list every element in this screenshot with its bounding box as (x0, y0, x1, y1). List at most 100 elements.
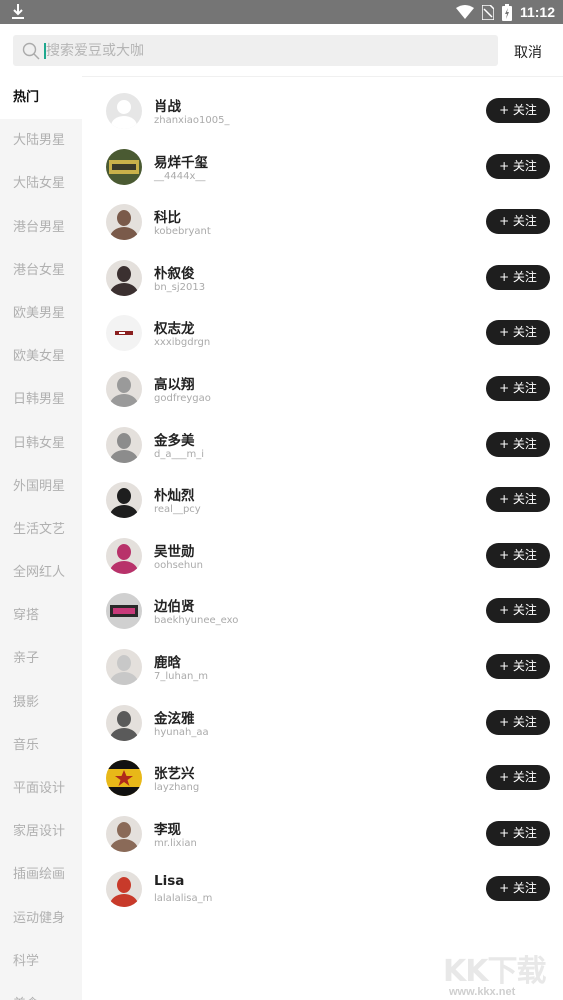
avatar[interactable] (106, 704, 142, 741)
sidebar-item[interactable]: 平面设计 (0, 767, 82, 810)
user-handle: godfreygao (154, 392, 211, 404)
search-bar: 取消 (0, 24, 563, 77)
avatar[interactable] (106, 315, 142, 352)
user-name: 边伯贤 (154, 599, 195, 616)
search-box[interactable] (13, 35, 498, 66)
user-handle: mr.lixian (154, 837, 197, 849)
user-row[interactable]: Lisa lalalalisa_m + 关注 (83, 861, 563, 917)
avatar[interactable] (106, 648, 142, 685)
sidebar-item[interactable]: 生活文艺 (0, 508, 82, 551)
sidebar-item[interactable]: 美食 (0, 983, 82, 1000)
user-row[interactable]: 易烊千玺 __4444x__ + 关注 (83, 139, 563, 195)
avatar[interactable] (106, 537, 142, 574)
user-row[interactable]: 鹿晗 7_luhan_m + 关注 (83, 639, 563, 695)
download-icon (12, 4, 24, 19)
avatar[interactable] (106, 93, 142, 129)
user-row[interactable]: 张艺兴 layzhang + 关注 (83, 750, 563, 806)
avatar[interactable] (106, 204, 142, 241)
user-name: 鹿晗 (154, 654, 181, 671)
watermark-logo: KK下载 www.kkx.net (443, 946, 563, 1000)
follow-button[interactable]: + 关注 (486, 320, 550, 346)
user-handle: d_a___m_i (154, 448, 204, 460)
user-name: 高以翔 (154, 376, 195, 393)
sidebar-item[interactable]: 家居设计 (0, 810, 82, 853)
user-row[interactable]: 金泫雅 hyunah_aa + 关注 (83, 695, 563, 751)
follow-button[interactable]: + 关注 (486, 820, 550, 846)
sidebar-item[interactable]: 欧美男星 (0, 292, 82, 335)
user-row[interactable]: 权志龙 xxxibgdrgn + 关注 (83, 305, 563, 361)
follow-button[interactable]: + 关注 (486, 876, 550, 902)
avatar[interactable] (106, 259, 142, 296)
user-handle: xxxibgdrgn (154, 337, 211, 349)
user-row[interactable]: 高以翔 godfreygao + 关注 (83, 361, 563, 417)
user-handle: real__pcy (154, 504, 201, 516)
user-name: 科比 (154, 210, 181, 227)
avatar[interactable] (106, 370, 142, 407)
user-row[interactable]: 肖战 zhanxiao1005_ + 关注 (83, 83, 563, 139)
avatar[interactable] (106, 871, 142, 908)
follow-button[interactable]: + 关注 (486, 653, 550, 679)
sidebar-item[interactable]: 摄影 (0, 681, 82, 724)
avatar[interactable] (106, 482, 142, 519)
sidebar-item[interactable]: 外国明星 (0, 465, 82, 508)
user-handle: hyunah_aa (154, 726, 209, 738)
no-sim-icon (481, 4, 494, 20)
user-name: 金泫雅 (154, 710, 195, 727)
sidebar-item[interactable]: 大陆男星 (0, 119, 82, 162)
user-row[interactable]: 科比 kobebryant + 关注 (83, 194, 563, 250)
user-name: 易烊千玺 (154, 154, 208, 171)
user-handle: kobebryant (154, 226, 211, 238)
avatar[interactable] (106, 426, 142, 463)
follow-button[interactable]: + 关注 (486, 264, 550, 290)
follow-button[interactable]: + 关注 (486, 209, 550, 235)
sidebar-item[interactable]: 全网红人 (0, 551, 82, 594)
avatar[interactable] (106, 760, 142, 797)
user-handle: bn_sj2013 (154, 281, 206, 293)
sidebar-item[interactable]: 音乐 (0, 724, 82, 767)
avatar[interactable] (106, 593, 142, 630)
follow-button[interactable]: + 关注 (486, 375, 550, 401)
follow-button[interactable]: + 关注 (486, 487, 550, 513)
follow-button[interactable]: + 关注 (486, 765, 550, 791)
user-handle: layzhang (154, 782, 200, 794)
sidebar-item[interactable]: 亲子 (0, 637, 82, 680)
avatar[interactable] (106, 815, 142, 852)
follow-button[interactable]: + 关注 (486, 542, 550, 568)
avatar[interactable] (106, 148, 142, 185)
sidebar-item[interactable]: 日韩男星 (0, 378, 82, 421)
user-row[interactable]: 朴灿烈 real__pcy + 关注 (83, 472, 563, 528)
user-name: Lisa (154, 873, 185, 890)
cancel-button[interactable]: 取消 (514, 42, 542, 62)
sidebar-item[interactable]: 插画绘画 (0, 853, 82, 896)
follow-button[interactable]: + 关注 (486, 431, 550, 457)
user-row[interactable]: 边伯贤 baekhyunee_exo + 关注 (83, 583, 563, 639)
clock: 11:12 (519, 4, 555, 20)
sidebar-item[interactable]: 科学 (0, 940, 82, 983)
user-handle: oohsehun (154, 559, 203, 571)
watermark-text: KK下载 (443, 954, 546, 989)
sidebar-item[interactable]: 热门 (0, 76, 82, 120)
user-row[interactable]: 吴世勋 oohsehun + 关注 (83, 528, 563, 584)
user-handle: 7_luhan_m (154, 670, 209, 682)
sidebar-item[interactable]: 大陆女星 (0, 162, 82, 205)
follow-button[interactable]: + 关注 (486, 153, 550, 179)
search-input[interactable] (46, 35, 486, 66)
user-name: 朴灿烈 (154, 488, 195, 505)
sidebar-item[interactable]: 穿搭 (0, 594, 82, 637)
sidebar-item[interactable]: 港台女星 (0, 249, 82, 292)
user-row[interactable]: 金多美 d_a___m_i + 关注 (83, 417, 563, 473)
sidebar-item[interactable]: 日韩女星 (0, 422, 82, 465)
user-row[interactable]: 李现 mr.lixian + 关注 (83, 806, 563, 862)
battery-charging-icon (501, 3, 512, 21)
category-sidebar: 热门 大陆男星 大陆女星 港台男星 港台女星 欧美男星 欧美女星 日韩男星 日韩女星 外国明星 生活… (0, 76, 82, 1000)
user-row[interactable]: 朴叙俊 bn_sj2013 + 关注 (83, 250, 563, 306)
user-name: 朴叙俊 (154, 265, 195, 282)
status-bar: 11:12 (0, 0, 563, 24)
user-name: 李现 (154, 821, 181, 838)
sidebar-item[interactable]: 欧美女星 (0, 335, 82, 378)
sidebar-item[interactable]: 港台男星 (0, 206, 82, 249)
follow-button[interactable]: + 关注 (486, 598, 550, 624)
follow-button[interactable]: + 关注 (486, 709, 550, 735)
follow-button[interactable]: + 关注 (486, 98, 550, 123)
sidebar-item[interactable]: 运动健身 (0, 897, 82, 940)
